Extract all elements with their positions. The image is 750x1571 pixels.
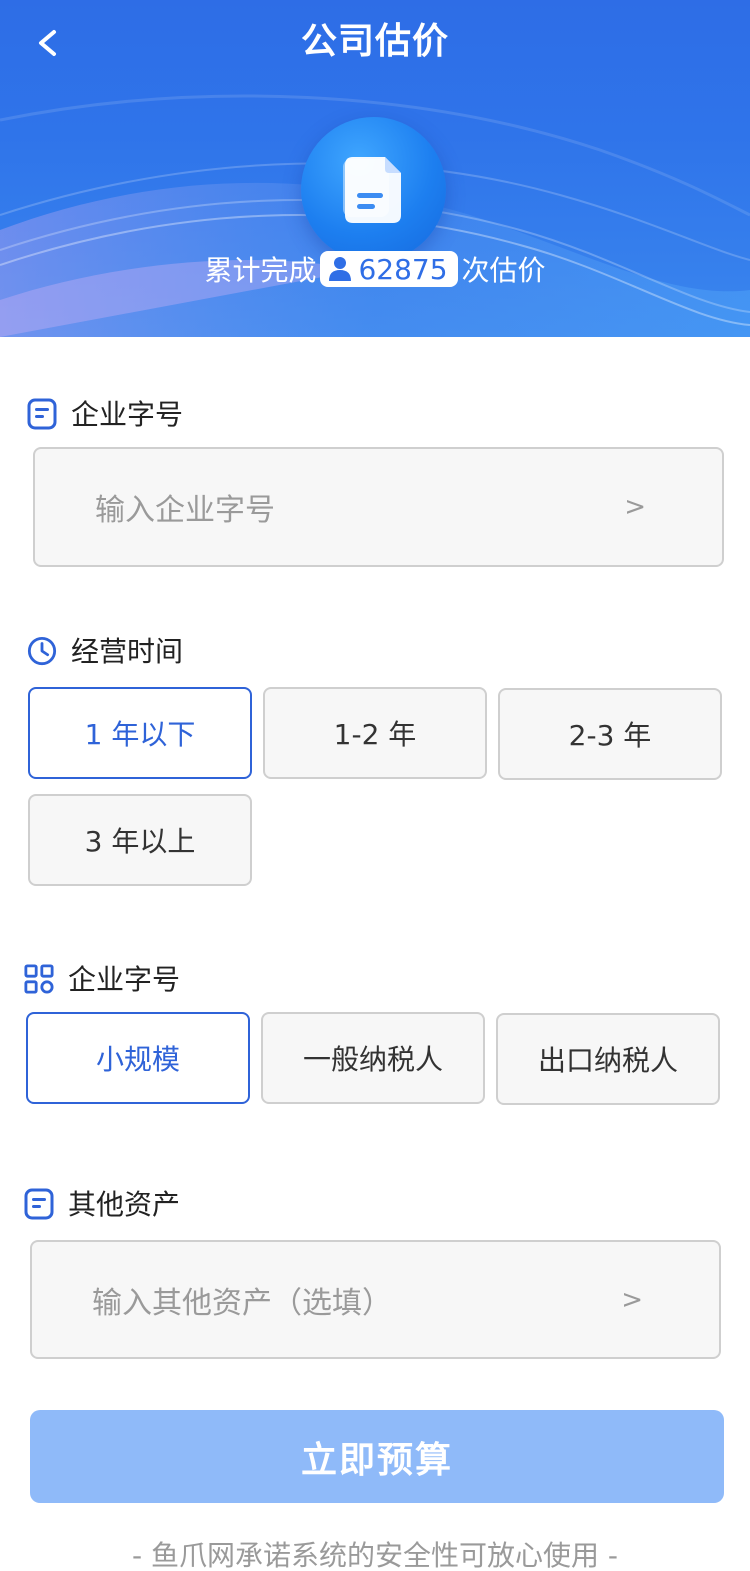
other-assets-placeholder: 输入其他资产（选填） — [92, 1285, 392, 1321]
section-operating-time: 经营时间 — [27, 630, 183, 670]
option-general-taxpayer[interactable]: 一般纳税人 — [261, 1012, 485, 1104]
option-1-2-years[interactable]: 1-2 年 — [263, 687, 487, 779]
footer-security-note: - 鱼爪网承诺系统的安全性可放心使用 - — [131, 1539, 618, 1571]
back-icon — [39, 30, 56, 56]
stat-prefix: 累计完成 — [204, 254, 317, 287]
option-2-3-years[interactable]: 2-3 年 — [498, 688, 722, 780]
section-label-text: 企业字号 — [71, 398, 184, 431]
valuation-stat: 累计完成 62875 次估价 — [0, 246, 750, 292]
header-banner: 公司估价 累计完成 62875 次估价 — [0, 0, 750, 337]
section-other-assets: 其他资产 — [24, 1183, 180, 1223]
chevron-right-icon: > — [621, 1284, 643, 1315]
grid-icon — [24, 963, 54, 994]
chevron-right-icon: > — [624, 492, 646, 522]
section-taxpayer-type: 企业字号 — [24, 958, 180, 998]
user-icon — [329, 257, 352, 281]
stat-suffix: 次估价 — [461, 254, 546, 287]
section-label-text: 企业字号 — [68, 963, 181, 996]
document-icon — [342, 156, 401, 223]
document-badge — [301, 117, 446, 262]
section-label-text: 其他资产 — [68, 1188, 181, 1221]
other-assets-input[interactable]: 输入其他资产（选填） > — [30, 1240, 721, 1359]
section-label-text: 经营时间 — [71, 635, 184, 668]
company-name-placeholder: 输入企业字号 — [95, 493, 275, 528]
back-button[interactable] — [22, 18, 72, 68]
option-under-1-year[interactable]: 1 年以下 — [28, 687, 252, 779]
form-icon — [24, 1188, 54, 1220]
company-name-input[interactable]: 输入企业字号 > — [33, 447, 724, 567]
stat-count: 62875 — [358, 252, 448, 286]
estimate-now-button[interactable]: 立即预算 — [30, 1410, 724, 1503]
option-export-taxpayer[interactable]: 出口纳税人 — [496, 1013, 720, 1105]
stat-count-badge: 62875 — [320, 251, 458, 287]
clock-icon — [27, 635, 57, 666]
option-small-scale[interactable]: 小规模 — [26, 1012, 250, 1104]
section-company-name: 企业字号 — [27, 393, 183, 433]
option-over-3-years[interactable]: 3 年以上 — [28, 794, 252, 886]
navbar: 公司估价 — [0, 0, 750, 84]
form-icon — [27, 398, 57, 430]
page-title: 公司估价 — [300, 21, 449, 62]
